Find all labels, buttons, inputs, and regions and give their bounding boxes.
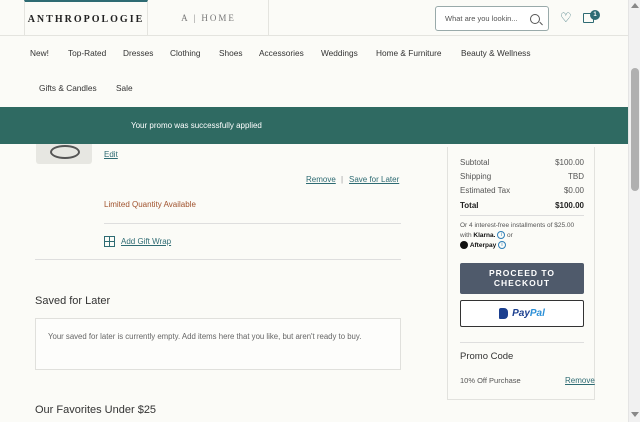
paypal-button[interactable]: PayPal xyxy=(460,300,584,327)
search-icon[interactable] xyxy=(530,13,540,24)
proceed-to-checkout-button[interactable]: PROCEED TO CHECKOUT xyxy=(460,263,584,294)
saved-for-later-heading: Saved for Later xyxy=(35,295,111,307)
klarna-info-icon[interactable]: i xyxy=(497,231,506,240)
page-scrollbar[interactable] xyxy=(628,0,640,422)
nav-item-home-furniture[interactable]: Home & Furniture xyxy=(376,48,441,58)
nav-item-gifts-candles[interactable]: Gifts & Candles xyxy=(39,83,97,93)
nav-item-clothing[interactable]: Clothing xyxy=(170,48,200,58)
nav-item-accessories[interactable]: Accessories xyxy=(259,48,304,58)
scroll-down-arrow-icon[interactable] xyxy=(631,412,639,417)
nav-item-beauty-wellness[interactable]: Beauty & Wellness xyxy=(461,48,530,58)
scroll-up-arrow-icon[interactable] xyxy=(631,3,639,8)
link-separator: | xyxy=(341,175,344,184)
order-summary: Subtotal $100.00 Shipping TBD Estimated … xyxy=(447,147,595,400)
paypal-pal: Pal xyxy=(529,308,545,319)
stock-status: Limited Quantity Available xyxy=(104,200,196,209)
summary-label: Estimated Tax xyxy=(460,186,511,195)
bag-count-badge: 1 xyxy=(590,10,600,20)
heart-icon[interactable]: ♡ xyxy=(560,10,572,26)
nav-item-top-rated[interactable]: Top-Rated xyxy=(68,48,106,58)
installments-or: or xyxy=(507,232,513,239)
favorites-heading: Our Favorites Under $25 xyxy=(35,404,157,416)
nav-item-new[interactable]: New! xyxy=(30,48,49,58)
remove-promo-link[interactable]: Remove xyxy=(565,376,595,385)
total-label: Total xyxy=(460,201,479,210)
saved-for-later-empty-box: Your saved for later is currently empty.… xyxy=(35,318,401,370)
promo-success-text: Your promo was successfully applied xyxy=(131,121,262,130)
edit-item-link[interactable]: Edit xyxy=(104,150,118,159)
product-thumbnail[interactable] xyxy=(36,144,92,164)
top-header: ANTHROPOLOGIE A | HOME What are you look… xyxy=(0,0,628,36)
installments-info: Or 4 interest-free installments of $25.0… xyxy=(460,221,586,251)
search-placeholder: What are you lookin... xyxy=(445,14,518,23)
paypal-label: PayPal xyxy=(512,308,545,319)
nav-item-sale[interactable]: Sale xyxy=(116,83,133,93)
divider xyxy=(460,215,584,216)
summary-row-subtotal: Subtotal $100.00 xyxy=(460,158,584,167)
paypal-icon xyxy=(499,308,509,319)
tab-anthropologie[interactable]: ANTHROPOLOGIE xyxy=(24,0,148,36)
nav-item-dresses[interactable]: Dresses xyxy=(123,48,153,58)
summary-label: Subtotal xyxy=(460,158,490,167)
promo-code-heading: Promo Code xyxy=(460,351,514,362)
summary-row-tax: Estimated Tax $0.00 xyxy=(460,186,584,195)
tab-a-home[interactable]: A | HOME xyxy=(149,0,269,36)
afterpay-info-icon[interactable]: i xyxy=(498,241,506,250)
summary-value: $100.00 xyxy=(555,158,584,167)
applied-promo: 10% Off Purchase xyxy=(460,376,521,385)
summary-row-shipping: Shipping TBD xyxy=(460,172,584,181)
saved-empty-message: Your saved for later is currently empty.… xyxy=(48,332,362,341)
summary-value: $0.00 xyxy=(563,186,584,195)
save-for-later-link[interactable]: Save for Later xyxy=(349,175,399,184)
divider xyxy=(35,259,401,260)
total-value: $100.00 xyxy=(555,201,584,210)
scrollbar-thumb[interactable] xyxy=(631,68,639,191)
summary-row-total: Total $100.00 xyxy=(460,201,584,210)
main-nav: New! Top-Rated Dresses Clothing Shoes Ac… xyxy=(0,36,628,107)
nav-item-shoes[interactable]: Shoes xyxy=(219,48,243,58)
promo-success-banner: Your promo was successfully applied xyxy=(0,107,628,144)
nav-item-weddings[interactable]: Weddings xyxy=(321,48,358,58)
afterpay-logo: Afterpay xyxy=(469,242,497,249)
paypal-pay: Pay xyxy=(512,308,530,319)
gift-box-icon[interactable] xyxy=(104,236,115,247)
summary-label: Shipping xyxy=(460,172,492,181)
add-gift-wrap-link[interactable]: Add Gift Wrap xyxy=(121,237,171,246)
klarna-logo: Klarna. xyxy=(473,232,496,239)
search-input[interactable]: What are you lookin... xyxy=(435,6,549,31)
afterpay-icon xyxy=(460,241,468,250)
remove-item-link[interactable]: Remove xyxy=(306,175,336,184)
divider xyxy=(460,342,584,343)
summary-value: TBD xyxy=(568,172,584,181)
divider xyxy=(104,223,401,224)
